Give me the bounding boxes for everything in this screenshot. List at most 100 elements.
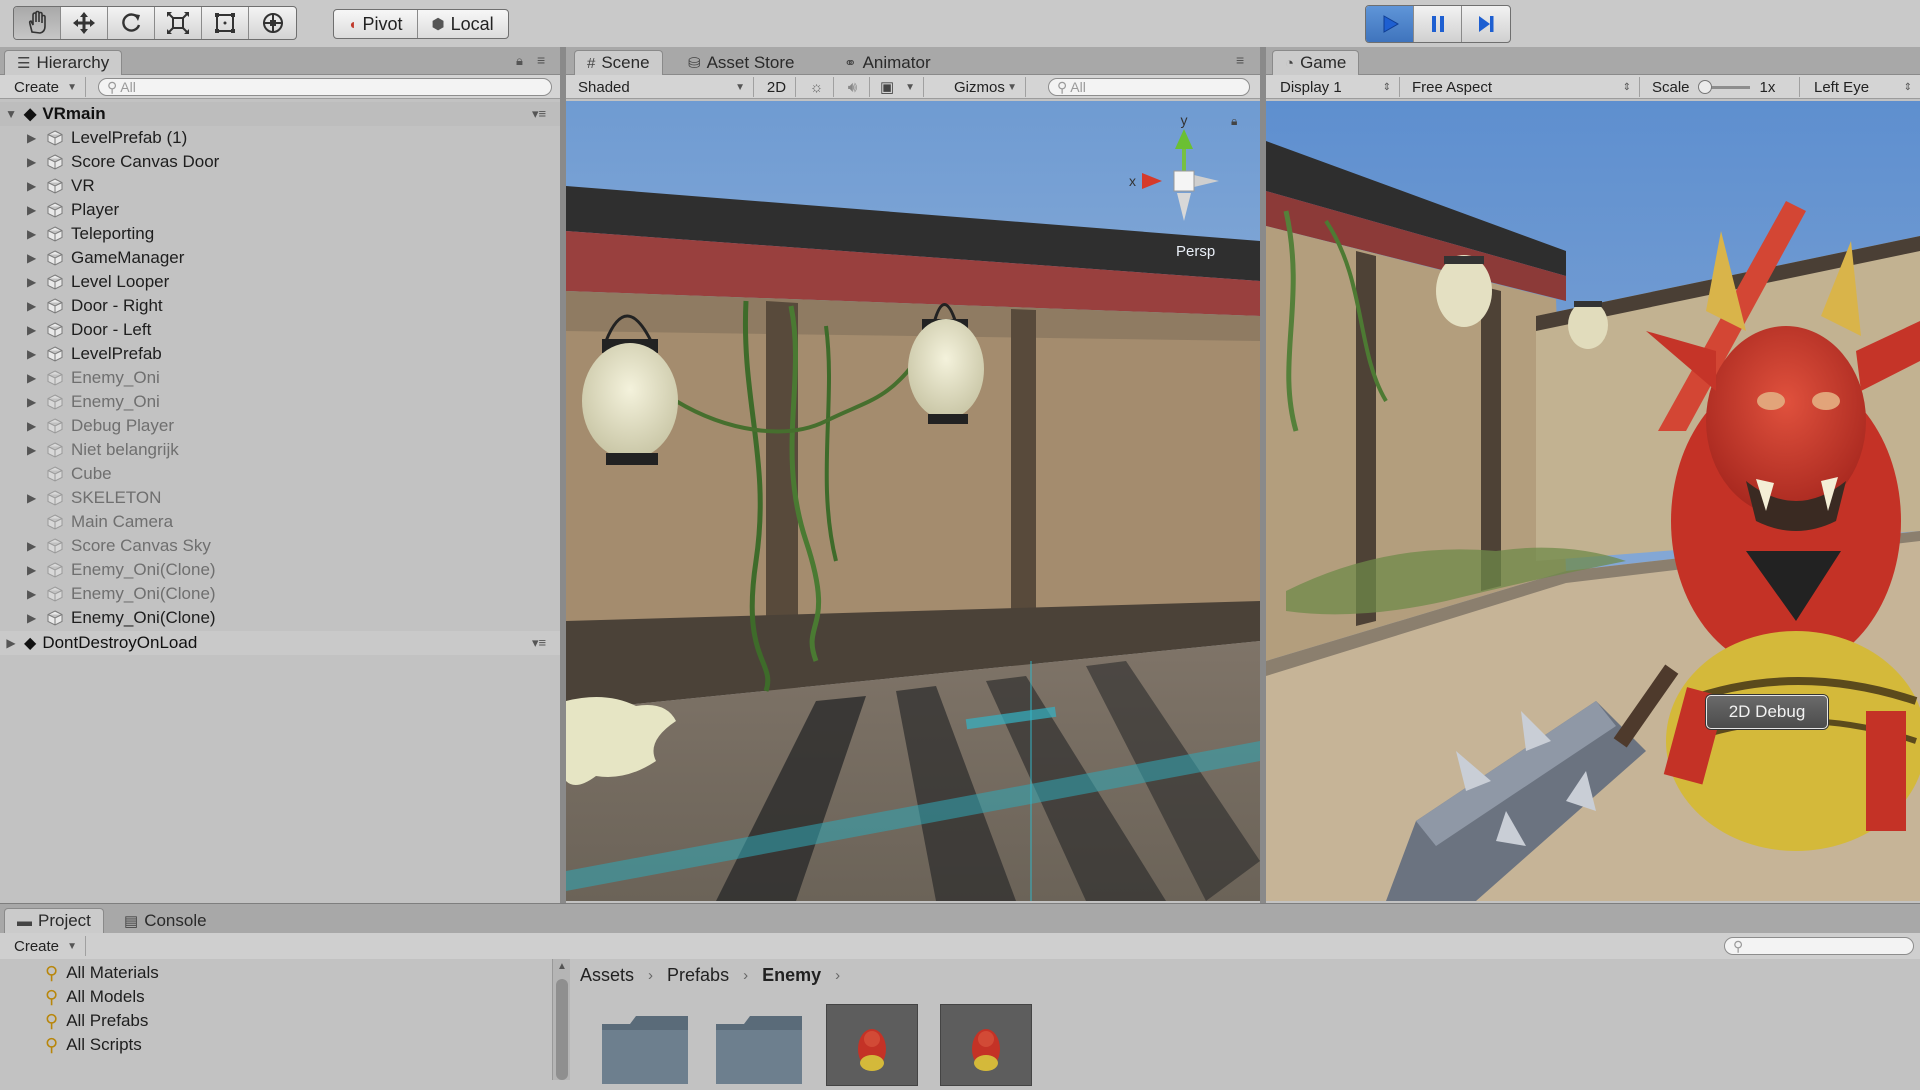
hierarchy-item[interactable]: ▶ Player [0,198,560,222]
expand-arrow-icon[interactable]: ▶ [27,371,36,385]
display-dropdown[interactable]: Display 1 ⇕ [1272,77,1400,97]
hand-tool-button[interactable] [14,7,61,39]
expand-arrow-icon[interactable]: ▶ [27,179,36,193]
hierarchy-item[interactable]: ▶ Debug Player [0,414,560,438]
panel-menu-icon[interactable]: ≡ [537,52,545,68]
hierarchy-item[interactable]: ▶ Enemy_Oni(Clone) [0,558,560,582]
expand-arrow-icon[interactable]: ▶ [27,419,36,433]
hierarchy-item[interactable]: ▶ Score Canvas Sky [0,534,560,558]
hierarchy-item[interactable]: ▶ LevelPrefab [0,342,560,366]
expand-arrow-icon[interactable]: ▶ [27,443,36,457]
expand-arrow-icon[interactable]: ▶ [27,491,36,505]
hierarchy-item[interactable]: ▶ Door - Right [0,294,560,318]
expand-arrow-icon[interactable]: ▶ [27,251,36,265]
hierarchy-item[interactable]: ▶ LevelPrefab (1) [0,126,560,150]
scene-root-vrmain[interactable]: ▼ ◆ VRmain ▾≡ [0,102,560,126]
favorite-item[interactable]: ⚲ All Models [45,985,145,1009]
scene-menu-icon[interactable]: ▾≡ [532,635,546,651]
expand-arrow-icon[interactable]: ▶ [27,347,36,361]
hierarchy-item[interactable]: ▶ Enemy_Oni(Clone) [0,582,560,606]
gizmos-dropdown[interactable]: Gizmos ▼ [946,77,1026,97]
project-create-dropdown[interactable]: Create ▼ [6,936,86,956]
favorite-item[interactable]: ⚲ All Materials [45,961,159,985]
expand-arrow-icon[interactable]: ▶ [27,203,36,217]
project-search-input[interactable]: ⚲ [1724,937,1914,955]
hierarchy-create-dropdown[interactable]: Create ▼ [6,77,86,97]
tab-project[interactable]: ▬ Project [4,908,104,933]
hierarchy-item[interactable]: ▶ VR [0,174,560,198]
hierarchy-item[interactable]: ▶ Enemy_Oni [0,390,560,414]
tab-game[interactable]: ◔ Game [1272,50,1360,75]
eye-dropdown[interactable]: Left Eye ⇕ [1806,77,1920,97]
prefab-thumbnail[interactable] [940,1004,1032,1086]
scene-search-input[interactable]: ⚲ All [1048,78,1250,96]
move-tool-button[interactable] [61,7,108,39]
tab-animator[interactable]: ⚭ Animator [832,50,943,75]
hierarchy-item[interactable]: ▶ Teleporting [0,222,560,246]
favorite-item[interactable]: ⚲ All Prefabs [45,1009,148,1033]
rotate-tool-button[interactable] [108,7,155,39]
expand-arrow-icon[interactable]: ▶ [27,227,36,241]
folder-thumbnail[interactable] [714,1004,804,1084]
hierarchy-search-input[interactable]: ⚲ All [98,78,552,96]
aspect-dropdown[interactable]: Free Aspect ⇕ [1404,77,1640,97]
breadcrumb-assets[interactable]: Assets [580,965,634,986]
scale-tool-button[interactable] [155,7,202,39]
expand-arrow-icon[interactable]: ▶ [27,539,36,553]
favorites-scrollbar[interactable]: ▲ [552,959,571,1080]
transform-tool-button[interactable] [249,7,296,39]
hierarchy-item[interactable]: Cube [0,462,560,486]
hierarchy-item[interactable]: ▶ Enemy_Oni [0,366,560,390]
hierarchy-item[interactable]: ▶ GameManager [0,246,560,270]
tab-asset-store[interactable]: ⛁ Asset Store [676,50,806,75]
tab-hierarchy[interactable]: ☰ Hierarchy [4,50,123,75]
expand-arrow-icon[interactable]: ▶ [27,155,36,169]
scroll-up-icon[interactable]: ▲ [557,961,567,972]
pause-button[interactable] [1414,6,1462,42]
lock-icon[interactable]: 🔒︎ [516,53,523,69]
rect-tool-button[interactable] [202,7,249,39]
folder-thumbnail[interactable] [600,1004,690,1084]
prefab-thumbnail[interactable] [826,1004,918,1086]
expand-arrow-icon[interactable]: ▶ [27,299,36,313]
expand-arrow-icon[interactable]: ▶ [27,587,36,601]
breadcrumb-prefabs[interactable]: Prefabs [667,965,729,986]
hierarchy-item[interactable]: ▶ Door - Left [0,318,560,342]
local-button[interactable]: ⬢ Local [418,10,508,38]
tab-console[interactable]: ▤ Console [112,908,219,933]
hierarchy-item[interactable]: ▶ Score Canvas Door [0,150,560,174]
scene-viewport[interactable]: y x Persp 🔒︎ [566,101,1260,901]
hierarchy-item[interactable]: ▶ Niet belangrijk [0,438,560,462]
panel-menu-icon[interactable]: ≡ [1236,52,1244,68]
hierarchy-item[interactable]: Main Camera [0,510,560,534]
breadcrumb-enemy[interactable]: Enemy [762,965,821,986]
hierarchy-item[interactable]: ▶ SKELETON [0,486,560,510]
game-viewport[interactable]: 2D Debug [1266,101,1920,901]
audio-toggle[interactable]: 🔊︎ [836,77,870,97]
lighting-toggle[interactable]: ☼ [800,77,834,97]
scale-slider-thumb[interactable] [1697,79,1712,94]
expand-arrow-icon[interactable]: ▶ [27,131,36,145]
expand-arrow-icon[interactable]: ▶ [27,275,36,289]
play-button[interactable] [1366,6,1414,42]
scale-slider-track[interactable] [1697,79,1750,94]
pivot-button[interactable]: ◖ Pivot [334,10,418,38]
expand-arrow-icon[interactable]: ▶ [27,611,36,625]
scene-root-dontdestroyonload[interactable]: ▶ ◆ DontDestroyOnLoad ▾≡ [0,631,560,655]
expand-arrow-icon[interactable]: ▶ [27,395,36,409]
toggle-2d-button[interactable]: 2D [758,77,796,97]
step-button[interactable] [1462,6,1510,42]
expand-arrow-icon[interactable]: ▶ [27,563,36,577]
tab-scene[interactable]: # Scene [574,50,663,75]
favorite-item[interactable]: ⚲ All Scripts [45,1033,142,1057]
collapse-arrow-icon[interactable]: ▼ [5,107,17,121]
scene-menu-icon[interactable]: ▾≡ [532,106,546,122]
expand-arrow-icon[interactable]: ▶ [6,636,16,650]
hierarchy-item[interactable]: ▶ Enemy_Oni(Clone) [0,606,560,630]
scrollbar-thumb[interactable] [556,979,568,1080]
expand-arrow-icon[interactable]: ▶ [27,323,36,337]
2d-debug-button[interactable]: 2D Debug [1706,695,1828,729]
shading-mode-dropdown[interactable]: Shaded ▼ [570,77,754,97]
hierarchy-item[interactable]: ▶ Level Looper [0,270,560,294]
effects-dropdown[interactable]: ▣ ▼ [872,77,924,97]
